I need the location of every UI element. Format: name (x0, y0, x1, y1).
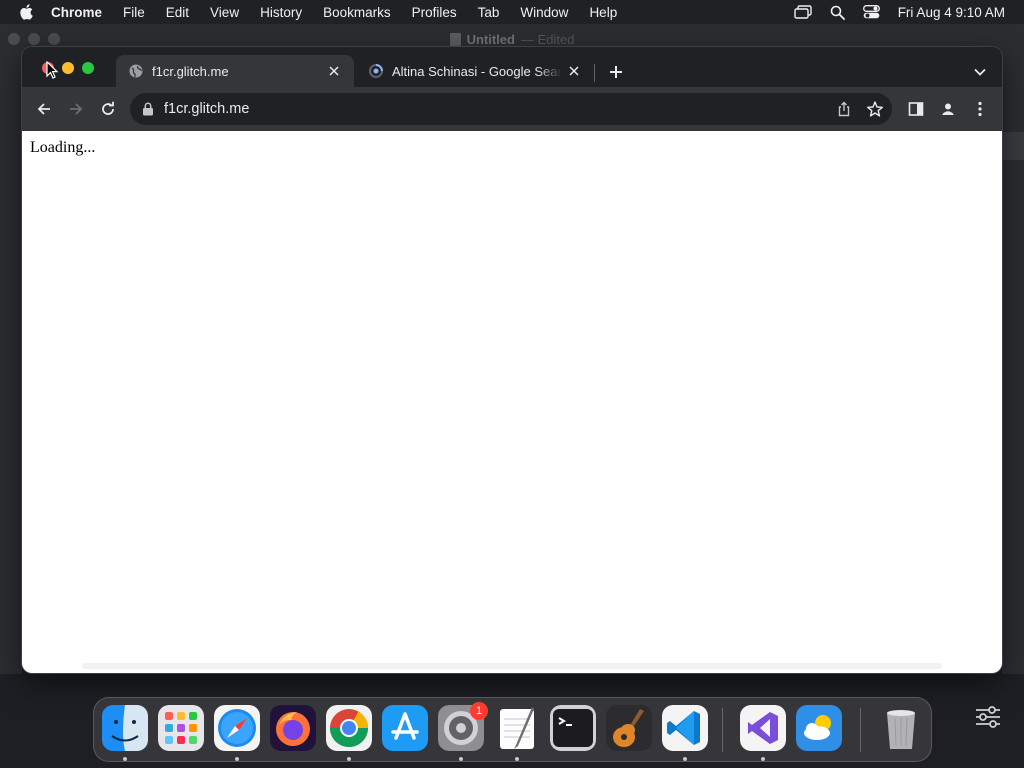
globe-icon (129, 64, 143, 78)
garageband-icon (606, 705, 652, 751)
minimize-window-button[interactable] (62, 62, 74, 74)
chrome-icon (326, 705, 372, 751)
close-tab-icon[interactable] (566, 63, 582, 79)
chevron-down-icon (974, 68, 986, 76)
chrome-window: f1cr.glitch.me Altina Schinasi - Google … (22, 47, 1002, 673)
tab-search-button[interactable] (972, 64, 988, 80)
zoom-window-button[interactable] (82, 62, 94, 74)
profile-button[interactable] (938, 99, 958, 119)
menu-edit[interactable]: Edit (166, 5, 189, 20)
safari-icon (214, 705, 260, 751)
vscode-icon (662, 705, 708, 751)
finder-icon (102, 705, 148, 751)
page-bottom-shadow (82, 663, 942, 669)
new-tab-button[interactable] (606, 62, 626, 82)
apple-icon[interactable] (19, 4, 33, 20)
system-settings-badge: 1 (470, 702, 488, 720)
menu-tab[interactable]: Tab (478, 5, 500, 20)
background-window-left-edge (0, 54, 22, 674)
launchpad-icon (158, 705, 204, 751)
arrow-left-icon (37, 103, 50, 115)
side-panel-button[interactable] (906, 99, 926, 119)
dock-terminal[interactable] (550, 705, 596, 751)
dock-visual-studio[interactable] (740, 705, 786, 751)
dock-textedit[interactable] (494, 705, 540, 751)
menubar-clock[interactable]: Fri Aug 4 9:10 AM (898, 5, 1005, 20)
dock-app-store[interactable] (382, 705, 428, 751)
menu-view[interactable]: View (210, 5, 239, 20)
address-bar[interactable]: f1cr.glitch.me (130, 93, 892, 125)
bookmark-star-icon[interactable] (866, 100, 884, 118)
dock (93, 697, 932, 762)
mouse-cursor-icon (46, 61, 58, 79)
menu-help[interactable]: Help (589, 5, 617, 20)
tab-title: Altina Schinasi - Google Search (392, 63, 562, 79)
share-icon[interactable] (836, 101, 852, 117)
control-center-icon[interactable] (862, 5, 880, 19)
dock-chrome[interactable] (326, 705, 372, 751)
menu-bar: Chrome File Edit View History Bookmarks … (0, 0, 1024, 24)
dock-vscode[interactable] (662, 705, 708, 751)
background-window-right-edge (1002, 54, 1024, 674)
side-panel-icon (908, 102, 924, 116)
dock-weather[interactable] (796, 705, 842, 751)
reload-icon (102, 101, 114, 115)
page-content: Loading... (22, 131, 1002, 673)
tab-separator (594, 64, 595, 82)
dock-firefox[interactable] (270, 705, 316, 751)
tab-f1cr[interactable]: f1cr.glitch.me (116, 55, 354, 87)
terminal-icon (550, 705, 596, 751)
menu-history[interactable]: History (260, 5, 302, 20)
more-vertical-icon (978, 101, 982, 117)
chrome-menu-button[interactable] (970, 99, 990, 119)
background-window-subtitle: — Edited (520, 31, 575, 47)
loading-text: Loading... (30, 139, 96, 156)
firefox-icon (270, 705, 316, 751)
document-icon (449, 32, 461, 46)
menu-profiles[interactable]: Profiles (412, 5, 457, 20)
weather-icon (796, 705, 842, 751)
dock-trash[interactable] (878, 705, 924, 751)
plus-icon (610, 66, 622, 78)
reload-button[interactable] (98, 99, 118, 119)
trash-icon (887, 710, 915, 749)
dock-garageband[interactable] (606, 705, 652, 751)
address-url[interactable]: f1cr.glitch.me (164, 101, 249, 117)
browser-toolbar: f1cr.glitch.me (22, 87, 1002, 131)
back-button[interactable] (34, 99, 54, 119)
visual-studio-icon (740, 705, 786, 751)
tab-strip: f1cr.glitch.me Altina Schinasi - Google … (22, 47, 1002, 87)
loading-spinner-icon (369, 64, 383, 78)
menu-file[interactable]: File (123, 5, 145, 20)
menu-bookmarks[interactable]: Bookmarks (323, 5, 391, 20)
close-tab-icon[interactable] (326, 63, 342, 79)
arrow-right-icon (70, 103, 83, 115)
forward-button[interactable] (66, 99, 86, 119)
profile-avatar-icon (939, 100, 957, 118)
screen-mirroring-icon[interactable] (793, 5, 812, 19)
sliders-icon[interactable] (974, 705, 1002, 729)
app-store-icon (382, 705, 428, 751)
background-window-title: Untitled (466, 31, 515, 47)
menu-app-name[interactable]: Chrome (51, 5, 102, 20)
dock-finder[interactable] (102, 705, 148, 751)
dock-safari[interactable] (214, 705, 260, 751)
dock-launchpad[interactable] (158, 705, 204, 751)
textedit-icon (500, 707, 534, 749)
spotlight-icon[interactable] (830, 5, 845, 20)
background-window-controls (8, 33, 68, 45)
tab-title: f1cr.glitch.me (152, 63, 229, 79)
lock-icon[interactable] (142, 102, 154, 116)
tab-google-search[interactable]: Altina Schinasi - Google Search (356, 55, 594, 87)
menu-window[interactable]: Window (520, 5, 568, 20)
menubar-status-area: Fri Aug 4 9:10 AM (776, 0, 1024, 24)
